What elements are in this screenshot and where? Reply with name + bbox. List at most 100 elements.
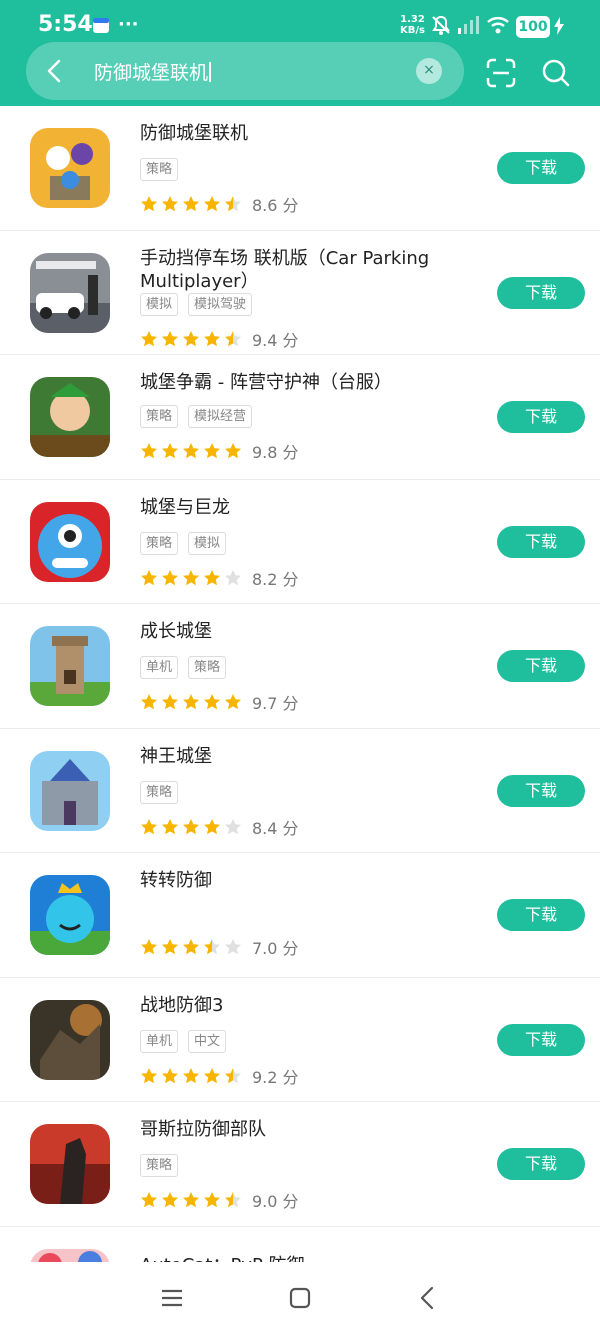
star-full-icon [141,939,157,955]
app-name[interactable]: 转转防御 [140,869,440,892]
app-score: 9.7 分 [252,694,299,713]
wifi-icon [486,14,510,40]
app-icon[interactable] [30,750,110,831]
star-full-icon [141,1192,157,1208]
star-full-icon [204,196,220,212]
star-full-icon [141,443,157,459]
app-name[interactable]: 手动挡停车场 联机版（Car Parking Multiplayer） [140,247,440,293]
home-icon[interactable] [286,1284,314,1312]
app-icon[interactable] [30,501,110,582]
menu-icon[interactable] [158,1284,186,1312]
star-full-icon [183,694,199,710]
star-full-icon [162,818,178,834]
app-score: 7.0 分 [252,939,299,958]
star-full-icon [183,1192,199,1208]
star-full-icon [183,330,199,346]
star-full-icon [162,939,178,955]
app-rating: 8.4 分 [140,815,299,839]
app-rating: 8.6 分 [140,192,299,216]
clear-search-button[interactable]: × [416,58,442,84]
app-name[interactable]: 神王城堡 [140,745,440,768]
app-rating: 9.7 分 [140,690,299,714]
app-icon[interactable] [30,128,110,208]
nav-back-icon[interactable] [414,1284,442,1312]
star-half-icon [225,1067,241,1083]
star-full-icon [204,818,220,834]
star-full-icon [162,569,178,585]
app-list-item[interactable]: 城堡与巨龙 策略 模拟 8.2 分 下载 [0,480,600,604]
star-full-icon [162,330,178,346]
app-score: 8.4 分 [252,818,299,838]
download-button[interactable]: 下载 [497,774,585,807]
star-full-icon [162,1067,178,1083]
download-button[interactable]: 下载 [497,401,585,433]
download-button[interactable]: 下载 [497,152,585,184]
app-list-item[interactable]: 转转防御 7.0 分 下载 [0,853,600,978]
app-icon[interactable] [30,252,110,333]
app-list-item[interactable]: 城堡争霸 - 阵营守护神（台服） 策略 模拟经营 9.8 分 下载 [0,355,600,480]
app-icon[interactable] [30,999,110,1080]
app-list-item[interactable]: AutoCat：PvP 防御 [0,1227,600,1263]
download-button[interactable]: 下载 [497,1023,585,1056]
status-time: 5:54 [38,12,93,37]
top-header: 5:54 ··· 1.32 KB/s 100 防御城堡联机 × [0,0,600,106]
app-tag: 单机 [140,1029,179,1053]
network-speed: 1.32 KB/s [400,14,425,36]
star-full-icon [204,443,220,459]
star-full-icon [204,330,220,346]
app-score: 9.2 分 [252,1067,299,1087]
app-list-item[interactable]: 防御城堡联机 策略 8.6 分 下载 [0,106,600,231]
app-list-item[interactable]: 神王城堡 策略 8.4 分 下载 [0,729,600,853]
more-dots-icon: ··· [118,14,139,35]
app-list-item[interactable]: 哥斯拉防御部队 策略 9.0 分 下载 [0,1102,600,1227]
search-bar[interactable]: 防御城堡联机 × [26,42,464,100]
app-list-item[interactable]: 战地防御3 单机 中文 9.2 分 下载 [0,978,600,1102]
download-button[interactable]: 下载 [497,525,585,558]
app-name[interactable]: AutoCat：PvP 防御 [140,1251,305,1263]
star-empty-icon [225,569,241,585]
app-tags: 策略 [140,158,179,181]
app-score: 8.2 分 [252,569,299,589]
app-tags: 单机 中文 [140,1029,227,1053]
star-full-icon [162,443,178,459]
app-tag: 模拟经营 [188,405,253,428]
download-button[interactable]: 下载 [497,899,585,931]
star-full-icon [183,569,199,585]
app-icon[interactable] [30,626,110,706]
app-list-item[interactable]: 成长城堡 单机 策略 9.7 分 下载 [0,604,600,729]
app-tags: 策略 [140,780,179,804]
app-name[interactable]: 成长城堡 [140,620,440,643]
star-full-icon [225,694,241,710]
app-list-item[interactable]: 手动挡停车场 联机版（Car Parking Multiplayer） 模拟 模… [0,231,600,355]
star-rating [140,1191,242,1209]
search-icon[interactable] [541,58,571,88]
app-name[interactable]: 城堡与巨龙 [140,496,440,519]
app-score: 9.8 分 [252,443,299,462]
app-icon[interactable] [30,377,110,457]
app-name[interactable]: 防御城堡联机 [140,122,440,145]
app-score: 8.6 分 [252,196,299,215]
scan-icon[interactable] [486,58,516,88]
download-button[interactable]: 下载 [497,276,585,309]
search-input[interactable]: 防御城堡联机 [94,58,212,85]
app-name[interactable]: 战地防御3 [140,994,440,1017]
app-name[interactable]: 哥斯拉防御部队 [140,1118,440,1141]
app-tag: 模拟 [140,292,179,316]
app-name[interactable]: 城堡争霸 - 阵营守护神（台服） [140,371,440,394]
app-icon[interactable] [30,875,110,955]
app-tag: 单机 [140,656,179,679]
app-tag: 模拟驾驶 [188,292,253,316]
back-arrow-icon[interactable] [40,56,70,86]
star-full-icon [162,694,178,710]
app-icon[interactable] [30,1248,110,1262]
download-button[interactable]: 下载 [497,650,585,682]
charging-icon [553,16,565,40]
app-tag: 策略 [140,780,179,804]
star-full-icon [162,1192,178,1208]
star-full-icon [183,818,199,834]
download-button[interactable]: 下载 [497,1148,585,1180]
app-icon[interactable] [30,1124,110,1204]
signal-icon [456,14,480,40]
app-result-list: 防御城堡联机 策略 8.6 分 下载 手动挡停车场 联机版（Car Parkin… [0,106,600,1262]
star-half-icon [225,196,241,212]
